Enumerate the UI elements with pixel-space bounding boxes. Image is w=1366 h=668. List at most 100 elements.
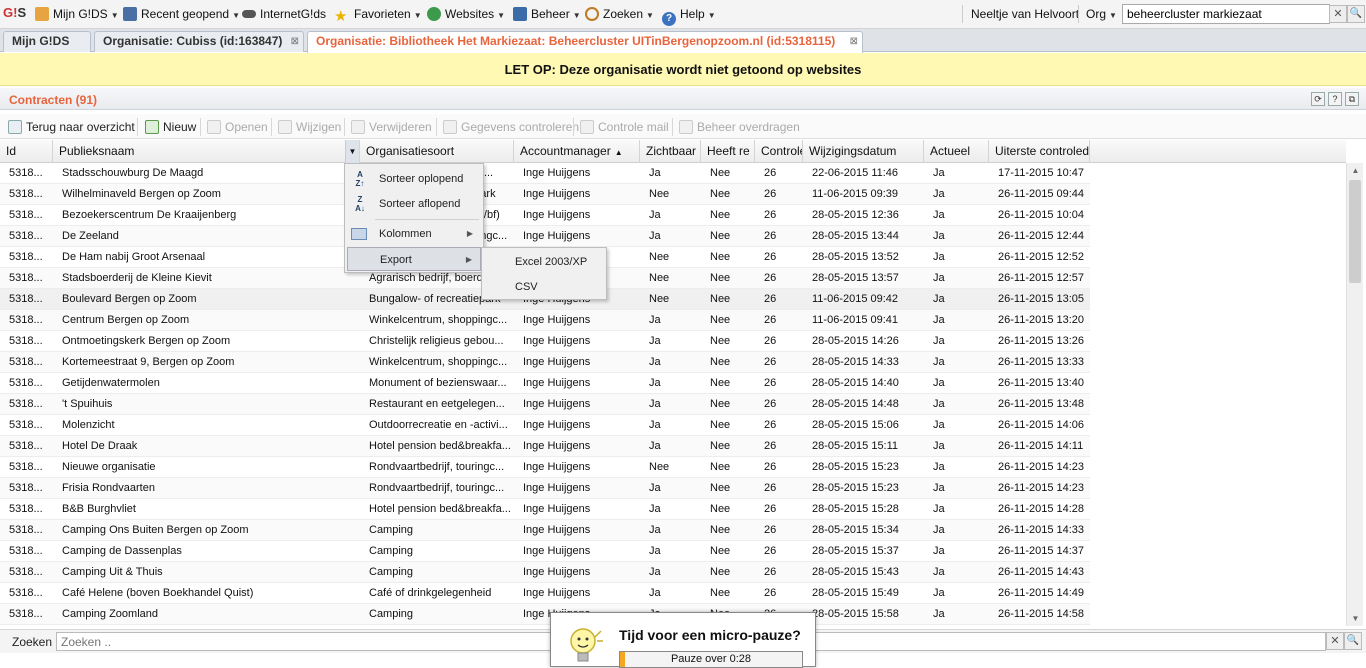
cell-actueel: Ja xyxy=(933,272,945,284)
export-csv-menu-item[interactable]: CSV xyxy=(482,275,602,299)
new-button[interactable]: Nieuw xyxy=(145,119,196,135)
check-data-button[interactable]: Gegevens controleren xyxy=(443,119,579,135)
open-button[interactable]: Openen xyxy=(207,119,268,135)
close-tab-icon[interactable]: ⊠ xyxy=(291,32,299,51)
sort-ascending-menu-item[interactable]: A Z↑ Sorteer oplopend xyxy=(347,167,481,191)
table-row[interactable]: 5318... Camping de Dassenplas Camping Inge … xyxy=(0,541,1090,562)
tab-mijn-gids[interactable]: Mijn G!DS xyxy=(3,31,91,52)
column-header-actueel[interactable]: Actueel xyxy=(924,140,989,163)
scroll-down-icon[interactable]: ▼ xyxy=(1347,611,1364,626)
column-header-zichtbaar[interactable]: Zichtbaar xyxy=(640,140,701,163)
table-row[interactable]: 5318... Camping Uit & Thuis Camping Inge Hu… xyxy=(0,562,1090,583)
help-icon: ? xyxy=(662,12,676,26)
menu-websites[interactable]: Websites ▼ xyxy=(427,6,505,22)
table-row[interactable]: 5318...De ZeelandWinkelcentrum, shopping… xyxy=(0,226,1090,247)
search-icon[interactable]: 🔍 xyxy=(1344,632,1362,650)
menu-favorieten[interactable]: ★ Favorieten ▼ xyxy=(334,6,422,24)
cell-id: 5318... xyxy=(9,272,43,284)
current-user[interactable]: Neeltje van Helvoort xyxy=(971,6,1079,22)
sort-descending-menu-item[interactable]: Z A↓ Sorteer aflopend xyxy=(347,192,481,216)
menu-mijn-gids[interactable]: Mijn G!DS ▼ xyxy=(35,6,119,22)
column-header-id[interactable]: Id xyxy=(0,140,53,163)
scrollbar-thumb[interactable] xyxy=(1349,180,1361,283)
column-menu-trigger-icon[interactable]: ▼ xyxy=(345,140,359,163)
edit-button[interactable]: Wijzigen xyxy=(278,119,341,135)
menu-zoeken[interactable]: Zoeken ▼ xyxy=(585,6,654,22)
menu-beheer[interactable]: Beheer ▼ xyxy=(513,6,581,22)
table-row[interactable]: 5318... Getijdenwatermolen Monument of bez… xyxy=(0,373,1090,394)
tab-organisatie-cubiss[interactable]: Organisatie: Cubiss (id:163847) ⊠ xyxy=(94,31,304,52)
cell-organisatiesoort: Camping xyxy=(369,524,414,536)
table-row[interactable]: 5318...Stadsschouwburg De MaagdTheater, … xyxy=(0,163,1090,184)
refresh-icon[interactable]: ⟳ xyxy=(1311,92,1325,106)
table-row[interactable]: 5318... Café Helene (boven Boekhandel Qui… xyxy=(0,583,1090,604)
table-row[interactable]: 5318... Ontmoetingskerk Bergen op Zoom Chr… xyxy=(0,331,1090,352)
column-header-publieksnaam[interactable]: Publieksnaam ▼ xyxy=(53,140,360,163)
export-menu-item[interactable]: Export ▶ xyxy=(347,247,481,271)
cell-zichtbaar: Ja xyxy=(649,356,661,368)
menu-help[interactable]: ? Help ▼ xyxy=(662,6,716,26)
search-icon[interactable]: 🔍 xyxy=(1347,5,1365,23)
table-row[interactable]: 5318... Camping Ons Buiten Bergen op Zoom… xyxy=(0,520,1090,541)
clear-search-icon[interactable]: ✕ xyxy=(1326,632,1344,650)
table-row[interactable]: 5318...Wilhelminaveld Bergen op ZoomStad… xyxy=(0,184,1090,205)
transfer-management-button[interactable]: Beheer overdragen xyxy=(679,119,800,135)
table-row[interactable]: 5318... Molenzicht Outdoorrecreatie en -ac… xyxy=(0,415,1090,436)
help-icon[interactable]: ? xyxy=(1328,92,1342,106)
cell-actueel: Ja xyxy=(933,482,945,494)
global-search-input[interactable] xyxy=(1122,4,1330,24)
link-icon xyxy=(242,10,256,18)
column-header-controle[interactable]: Controle xyxy=(755,140,803,163)
sort-za-icon: Z A↓ xyxy=(355,195,365,213)
menu-recent-geopend[interactable]: Recent geopend ▼ xyxy=(123,6,240,22)
cell-zichtbaar: Ja xyxy=(649,230,661,242)
control-mail-button[interactable]: Controle mail xyxy=(580,119,669,135)
close-tab-icon[interactable]: ⊠ xyxy=(850,32,858,51)
column-header-heeft-re[interactable]: Heeft re xyxy=(701,140,755,163)
table-row[interactable]: 5318... Centrum Bergen op Zoom Winkelcentr… xyxy=(0,310,1090,331)
cell-heeft-re: Nee xyxy=(710,377,731,389)
export-excel-menu-item[interactable]: Excel 2003/XP xyxy=(482,250,602,274)
cell-id: 5318... xyxy=(9,251,43,263)
clear-search-icon[interactable]: ✕ xyxy=(1329,5,1347,23)
table-row[interactable]: 5318...Camping ZoomlandCampingInge Huijg… xyxy=(0,604,1090,625)
contracts-toolbar: Terug naar overzicht Nieuw Openen Wijzig… xyxy=(0,114,1366,139)
column-header-uiterste-controledatum[interactable]: Uiterste controleda xyxy=(989,140,1090,163)
window-icon[interactable]: ⧉ xyxy=(1345,92,1359,106)
cell-publieksnaam: B&B Burghvliet xyxy=(62,503,136,515)
table-row[interactable]: 5318... Nieuwe organisatie Rondvaartbedrij… xyxy=(0,457,1090,478)
tab-organisatie-markiezaat[interactable]: Organisatie: Bibliotheek Het Markiezaat:… xyxy=(307,31,863,53)
column-header-organisatiesoort[interactable]: Organisatiesoort xyxy=(360,140,514,163)
cell-id: 5318... xyxy=(9,461,43,473)
table-row[interactable]: 5318... 't Spuihuis Restaurant en eetgeleg… xyxy=(0,394,1090,415)
cell-publieksnaam: Hotel De Draak xyxy=(62,440,138,452)
cell-publieksnaam: Camping Zoomland xyxy=(62,608,158,620)
cell-actueel: Ja xyxy=(933,545,945,557)
gids-logo[interactable]: G!S xyxy=(3,5,33,23)
search-scope-select[interactable]: Org ▼ xyxy=(1086,6,1117,22)
panel-title: Contracten (91) xyxy=(9,93,98,107)
table-row[interactable]: 5318... Kortemeestraat 9, Bergen op Zoom W… xyxy=(0,352,1090,373)
cell-publieksnaam: Molenzicht xyxy=(62,419,115,431)
table-row[interactable]: 5318... B&B Burghvliet Hotel pension bed&b… xyxy=(0,499,1090,520)
cell-heeft-re: Nee xyxy=(710,209,731,221)
table-row[interactable]: 5318... Frisia Rondvaarten Rondvaartbedrij… xyxy=(0,478,1090,499)
cell-organisatiesoort: Winkelcentrum, shoppingc... xyxy=(369,356,508,368)
cell-heeft-re: Nee xyxy=(710,566,731,578)
columns-menu-item[interactable]: Kolommen ▶ xyxy=(347,222,481,246)
table-row[interactable]: 5318... Hotel De Draak Hotel pension bed&b… xyxy=(0,436,1090,457)
cell-heeft-re: Nee xyxy=(710,440,731,452)
cell-zichtbaar: Ja xyxy=(649,209,661,221)
column-header-wijzigingsdatum[interactable]: Wijzigingsdatum xyxy=(803,140,924,163)
menu-internetgids[interactable]: InternetG!ds xyxy=(242,6,326,22)
table-row[interactable]: 5318...Bezoekerscentrum De KraaijenbergB… xyxy=(0,205,1090,226)
cell-id: 5318... xyxy=(9,188,43,200)
cell-id: 5318... xyxy=(9,545,43,557)
column-header-accountmanager[interactable]: Accountmanager ▲ xyxy=(514,140,640,163)
delete-button[interactable]: Verwijderen xyxy=(351,119,432,135)
scroll-up-icon[interactable]: ▲ xyxy=(1347,163,1364,178)
vertical-scrollbar[interactable]: ▲ ▼ xyxy=(1346,163,1363,626)
back-to-overview-button[interactable]: Terug naar overzicht xyxy=(8,119,135,135)
delete-icon xyxy=(351,120,365,134)
topbar-divider xyxy=(1078,5,1079,23)
